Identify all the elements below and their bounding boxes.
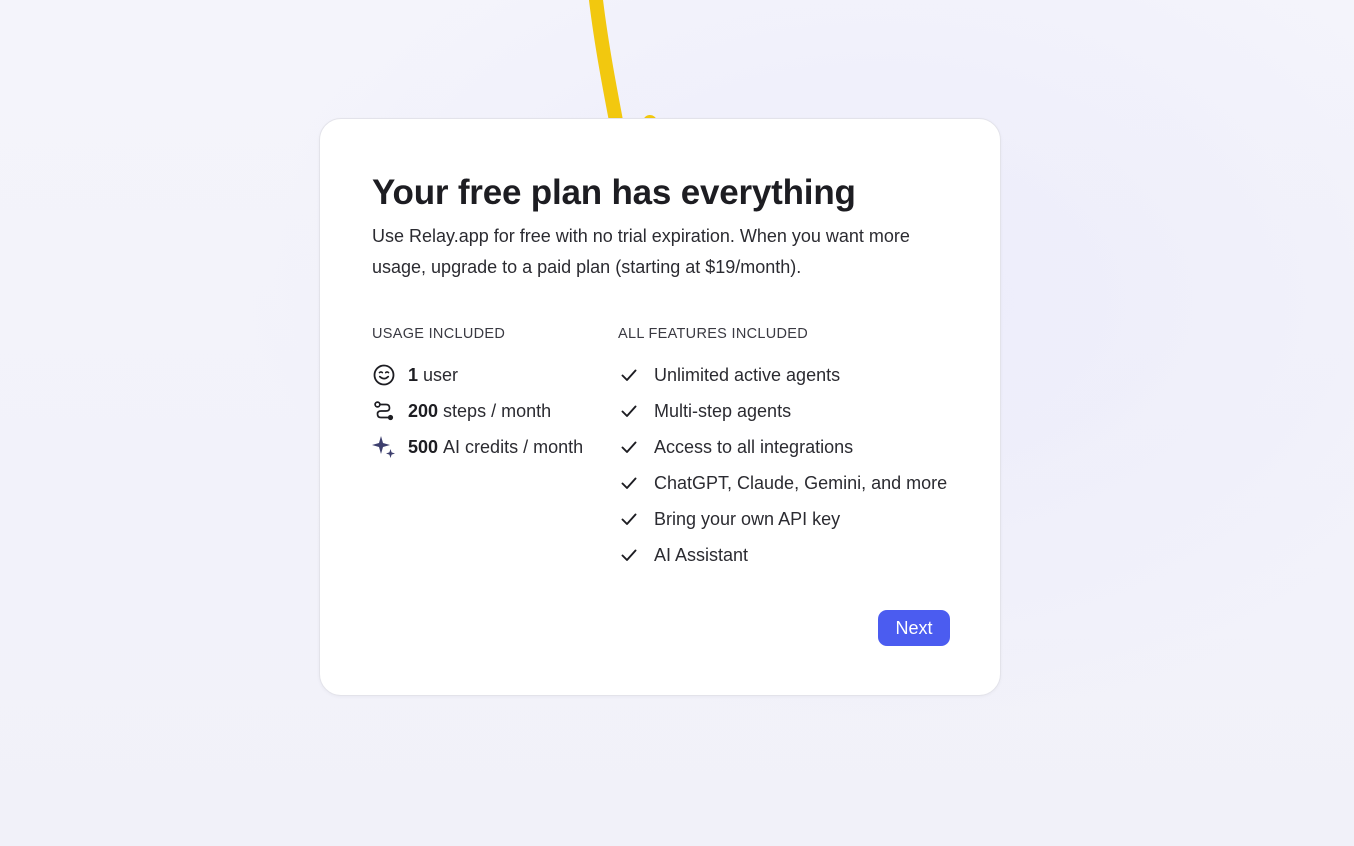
all-features-heading: ALL FEATURES INCLUDED — [618, 326, 809, 342]
smiley-face-icon — [372, 363, 396, 387]
usage-list: 1 user 200 steps / month 500 AI credits … — [372, 357, 583, 465]
usage-included-heading: USAGE INCLUDED — [372, 326, 506, 342]
feature-label: Access to all integrations — [654, 436, 854, 457]
feature-label: Bring your own API key — [654, 508, 841, 529]
usage-users-number: 1 — [408, 364, 419, 385]
feature-item: ChatGPT, Claude, Gemini, and more — [618, 465, 947, 501]
feature-item: Bring your own API key — [618, 501, 947, 537]
sparkles-icon — [372, 435, 396, 459]
feature-item: Unlimited active agents — [618, 357, 947, 393]
usage-item-steps: 200 steps / month — [372, 393, 583, 429]
feature-label: Multi-step agents — [654, 400, 792, 421]
checkmark-icon — [618, 399, 640, 423]
next-button[interactable]: Next — [878, 610, 950, 646]
usage-steps-number: 200 — [408, 400, 439, 421]
checkmark-icon — [618, 507, 640, 531]
checkmark-icon — [618, 543, 640, 567]
feature-item: Access to all integrations — [618, 429, 947, 465]
usage-users-label: user — [423, 364, 459, 385]
feature-label: Unlimited active agents — [654, 364, 841, 385]
usage-item-ai-credits: 500 AI credits / month — [372, 429, 583, 465]
usage-ai-credits-number: 500 — [408, 436, 439, 457]
usage-steps-label: steps / month — [443, 400, 552, 421]
checkmark-icon — [618, 471, 640, 495]
feature-label: ChatGPT, Claude, Gemini, and more — [654, 472, 948, 493]
feature-label: AI Assistant — [654, 544, 749, 565]
card-subtitle: Use Relay.app for free with no trial exp… — [372, 226, 910, 277]
workflow-steps-icon — [372, 399, 396, 423]
features-list: Unlimited active agents Multi-step agent… — [618, 357, 947, 573]
feature-item: AI Assistant — [618, 537, 947, 573]
free-plan-card: Your free plan has everything Use Relay.… — [319, 118, 1001, 696]
usage-ai-credits-label: AI credits / month — [443, 436, 584, 457]
usage-item-users: 1 user — [372, 357, 583, 393]
checkmark-icon — [618, 363, 640, 387]
checkmark-icon — [618, 435, 640, 459]
feature-item: Multi-step agents — [618, 393, 947, 429]
card-title: Your free plan has everything — [372, 173, 856, 212]
